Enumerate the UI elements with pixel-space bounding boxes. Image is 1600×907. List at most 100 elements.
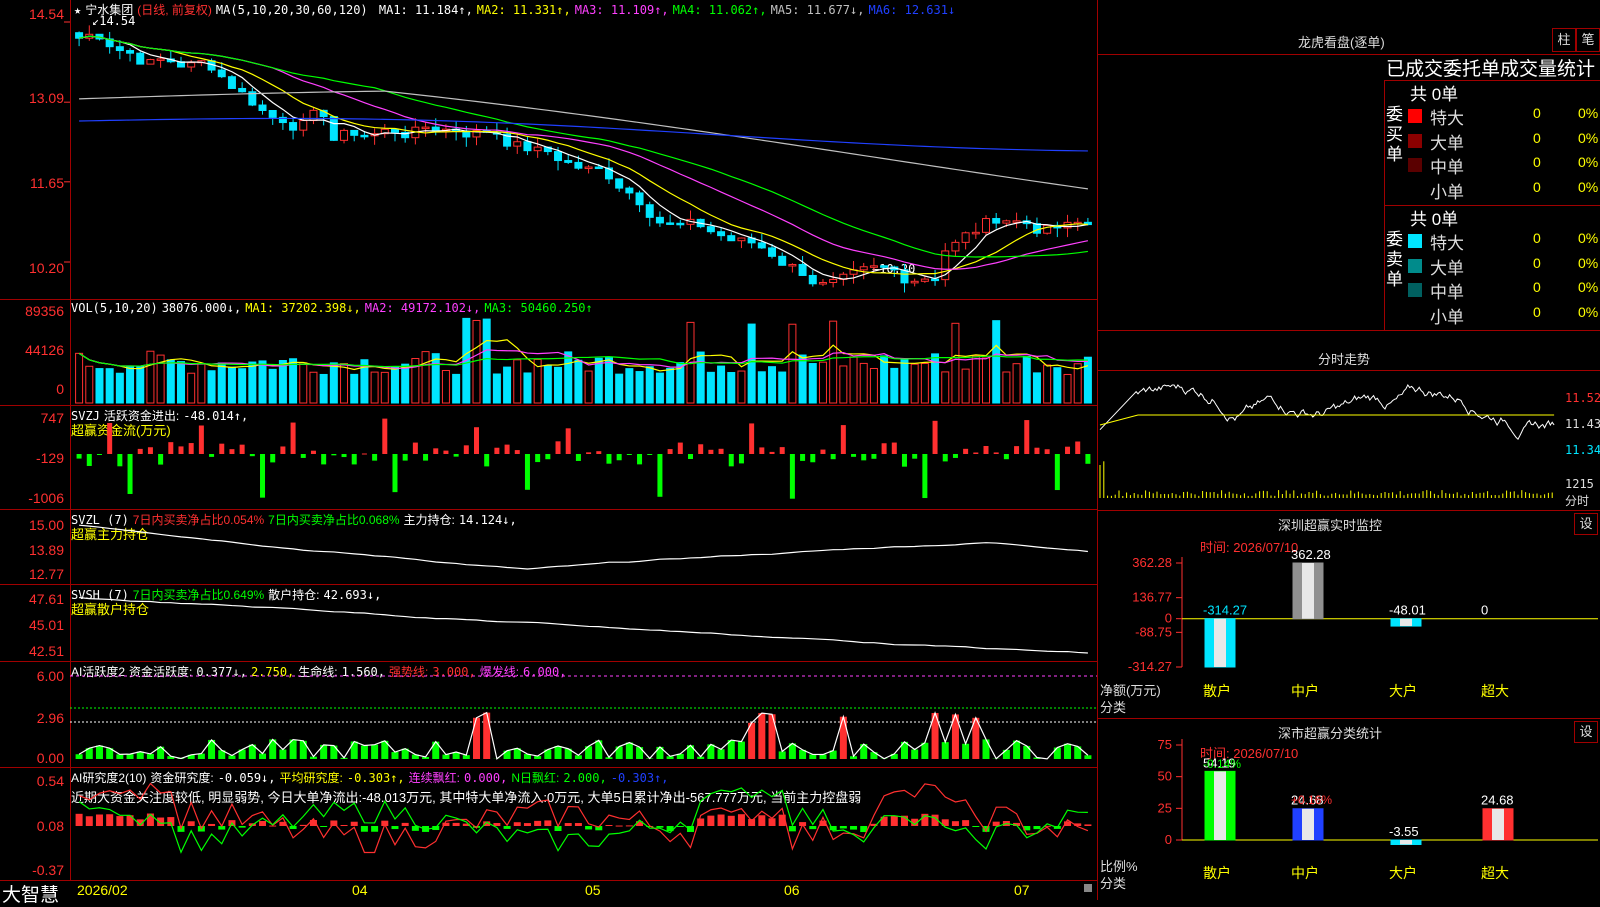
cat-ytick: 75 (1158, 737, 1172, 752)
category-label: 大户 (1389, 683, 1417, 699)
fund-flow-bar (128, 454, 133, 494)
research-bar (972, 826, 979, 827)
cat-ytick: 25 (1158, 800, 1172, 815)
fund-flow-bar (994, 452, 999, 454)
activity-bar (391, 752, 398, 759)
fund-flow-bar (984, 446, 989, 454)
lock-icon[interactable] (1084, 884, 1092, 892)
color-swatch (1408, 259, 1422, 273)
svzl-panel[interactable]: SVZL (7)7日内买卖净占比0.054%7日内买卖净占比0.068%主力持仓… (0, 509, 1098, 584)
research-bar (1084, 824, 1091, 826)
volume-bar (493, 374, 500, 403)
order-count: 0 (1533, 154, 1541, 170)
fund-flow-bar (882, 443, 887, 454)
fund-flow-bar (831, 454, 836, 459)
volume-bar (891, 368, 898, 403)
category-label: 散户 (1203, 865, 1231, 881)
volume-bar (1044, 365, 1051, 403)
cat-ytick: -88.75 (1135, 624, 1172, 639)
candle-body (626, 188, 633, 193)
bar-mode-button[interactable]: 柱 (1552, 28, 1576, 52)
volume-bar (76, 353, 83, 403)
color-swatch (1408, 308, 1422, 322)
ai1-panel[interactable]: AI活跃度2资金活跃度:0.377↓,2.750,生命线:1.560,强势线:3… (0, 661, 1098, 767)
fund-flow-bar (861, 454, 866, 460)
candle-body (330, 117, 337, 141)
volume-bar (555, 367, 562, 403)
fund-flow-bar (148, 447, 153, 454)
svsh-panel[interactable]: SVSH (7)7日内买卖净占比0.649%散户持仓:42.693↓, 超赢散户… (0, 584, 1098, 661)
svzj-panel[interactable]: SVZJ活跃资金进出:-48.014↑, 超赢资金流(万元) 747 -129 … (0, 405, 1098, 509)
tick-mode-button[interactable]: 笔 (1576, 28, 1600, 52)
fund-flow-bar (647, 454, 652, 455)
intraday-chart[interactable] (1100, 370, 1560, 510)
activity-bar (361, 746, 368, 759)
research-bar (534, 821, 541, 826)
fund-flow-bar (770, 452, 775, 454)
candle-body (830, 279, 837, 282)
price-candles (0, 0, 1097, 300)
fund-flow-bar (943, 454, 948, 461)
fund-flow-bar (1065, 447, 1070, 454)
fund-flow-bar (321, 454, 326, 464)
candle-body (677, 223, 684, 225)
category-label: 中户 (1291, 683, 1319, 699)
category-value: 0 (1481, 603, 1488, 618)
fund-flow-bar (260, 454, 265, 498)
research-bar (96, 814, 103, 826)
order-count: 0 (1533, 179, 1541, 195)
category-bar-highlight (1302, 563, 1314, 619)
candle-body (137, 53, 144, 64)
fund-flow-bar (229, 449, 234, 454)
fund-flow-bar (189, 443, 194, 454)
volume-panel[interactable]: VOL(5,10,20)38076.000↓,MA1: 37202.398↓,M… (0, 299, 1098, 405)
ai2-bars (0, 768, 1097, 881)
volume-bar (310, 372, 317, 403)
volume-bar (972, 356, 979, 403)
fund-flow-bar (545, 454, 550, 459)
candle-body (300, 121, 307, 131)
candle-body (789, 264, 796, 266)
candle-body (514, 142, 521, 146)
ai2-panel[interactable]: AI研究度2(10)资金研究度:-0.059↓,平均研究度:-0.303↑,连续… (0, 767, 1098, 880)
fund-flow-bar (342, 454, 347, 457)
activity-bar (259, 754, 266, 759)
fund-flow-bar (535, 454, 540, 462)
activity-bar (779, 751, 786, 759)
fund-flow-bar (240, 445, 245, 454)
fund-flow-bar (576, 454, 581, 461)
fund-flow-bar (698, 444, 703, 454)
research-bar (116, 816, 123, 826)
order-row: 特大00% (1408, 104, 1600, 128)
fund-flow-bar (739, 454, 744, 463)
sh-stat-chart: 755025054.19散户24.68中户-3.55大户24.68超大-0.14… (1098, 718, 1600, 900)
intraday-ytick: 11.34 (1565, 443, 1600, 457)
cat-ytick: -314.27 (1128, 659, 1172, 674)
activity-bar (809, 754, 816, 759)
order-type: 大单 (1430, 254, 1464, 279)
fund-flow-bar (87, 454, 92, 466)
fund-flow-bar (505, 445, 510, 454)
order-type: 小单 (1430, 303, 1464, 328)
fund-flow-bar (494, 448, 499, 454)
research-bar (850, 826, 857, 830)
volume-bar (330, 363, 337, 403)
order-type: 特大 (1430, 229, 1464, 254)
volume-bar (565, 352, 572, 403)
fund-flow-bar (1004, 454, 1009, 459)
buy-side-label: 委买单 (1386, 105, 1406, 165)
fund-flow-bar (933, 421, 938, 454)
volume-bar (728, 373, 735, 403)
volume-bar (1013, 364, 1020, 403)
fund-flow-bar (209, 454, 214, 457)
volume-bar (228, 367, 235, 403)
research-bar (391, 826, 398, 829)
volume-bar (524, 373, 531, 403)
fund-flow-bar (851, 454, 856, 457)
fund-flow-bar (280, 446, 285, 454)
price-panel[interactable]: ★宁水集团(日线, 前复权)MA(5,10,20,30,60,120) MA1:… (0, 0, 1097, 300)
activity-bar (555, 746, 562, 759)
fund-flow-bar (515, 450, 520, 454)
candle-body (157, 59, 164, 61)
fund-flow-bar (331, 454, 336, 455)
